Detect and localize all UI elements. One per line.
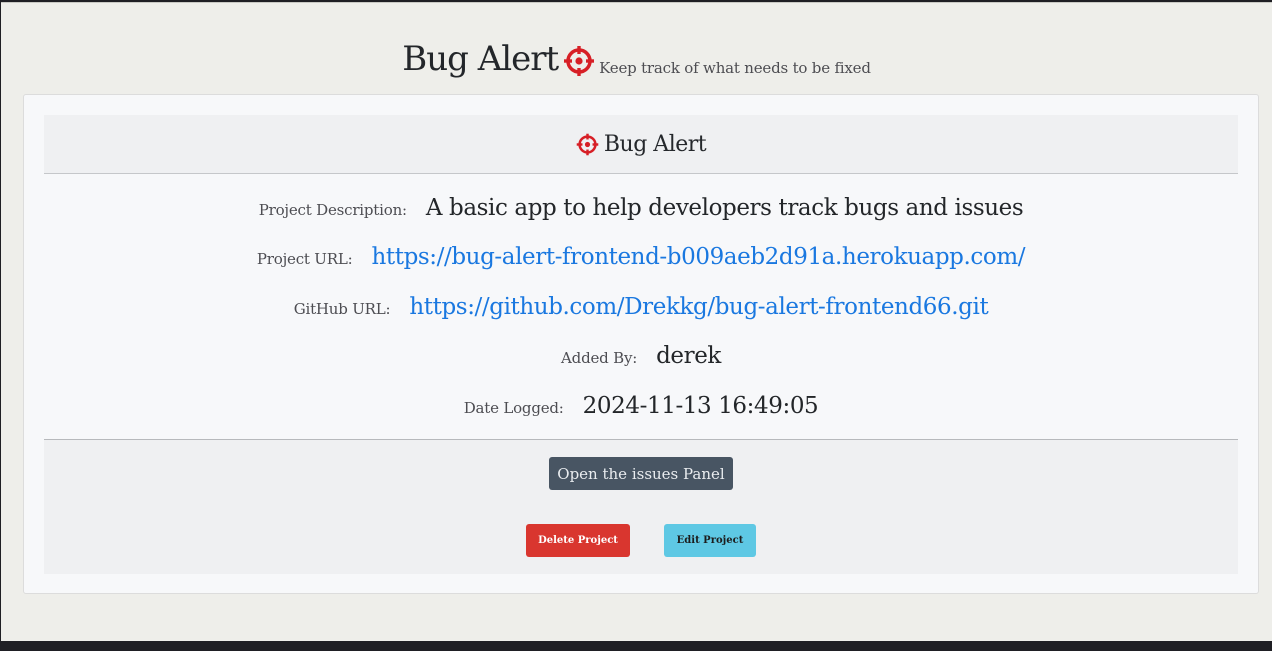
description-row: Project Description: A basic app to help… [44, 195, 1238, 221]
crosshair-icon [576, 133, 599, 155]
card-footer: Open the issues Panel Delete Project Edi… [44, 439, 1238, 574]
date-logged-value: 2024-11-13 16:49:05 [582, 393, 819, 419]
description-value: A basic app to help developers track bug… [425, 195, 1024, 221]
date-logged-row: Date Logged: 2024-11-13 16:49:05 [44, 393, 1238, 419]
edit-project-button[interactable]: Edit Project [664, 524, 756, 557]
github-url-label: GitHub URL: [293, 300, 391, 318]
card-header: Bug Alert [44, 115, 1238, 174]
delete-project-button[interactable]: Delete Project [526, 524, 630, 557]
added-by-row: Added By: derek [44, 343, 1238, 369]
github-url-link[interactable]: https://github.com/Drekkg/bug-alert-fron… [409, 294, 988, 320]
site-tagline: Keep track of what needs to be fixed [599, 59, 871, 77]
project-card: Bug Alert Project Description: A basic a… [23, 94, 1259, 594]
project-url-link[interactable]: https://bug-alert-frontend-b009aeb2d91a.… [371, 244, 1025, 270]
added-by-value: derek [656, 343, 721, 369]
added-by-label: Added By: [561, 349, 638, 367]
crosshair-icon [564, 46, 595, 76]
project-details: Project Description: A basic app to help… [44, 175, 1238, 439]
project-url-label: Project URL: [256, 250, 353, 268]
open-issues-panel-button[interactable]: Open the issues Panel [549, 457, 733, 490]
project-url-row: Project URL: https://bug-alert-frontend-… [44, 244, 1238, 270]
project-name: Bug Alert [603, 131, 707, 157]
site-title: Bug Alert [402, 39, 559, 79]
description-label: Project Description: [258, 201, 407, 219]
site-header: Bug Alert Keep track of what needs to be… [1, 39, 1272, 79]
date-logged-label: Date Logged: [463, 399, 564, 417]
page: Bug Alert Keep track of what needs to be… [1, 2, 1272, 641]
github-url-row: GitHub URL: https://github.com/Drekkg/bu… [44, 294, 1238, 320]
